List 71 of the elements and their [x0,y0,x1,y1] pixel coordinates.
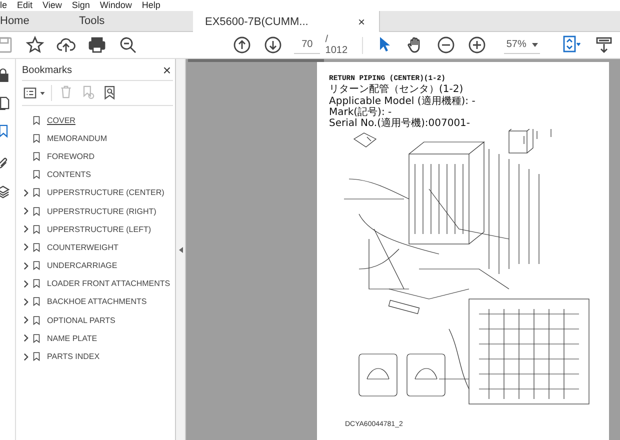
panel-title: Bookmarks [22,64,72,76]
close-tab-button[interactable]: × [358,14,365,28]
bookmark-item[interactable]: FOREWORD [47,152,95,161]
page-down-icon[interactable] [263,35,283,55]
menu-item[interactable]: Edit [17,0,33,11]
info-line: Serial No.(適用号機):007001- [329,118,472,129]
bookmark-icon [31,222,42,236]
menu-item[interactable]: le [0,0,8,11]
bookmark-icon [31,314,42,327]
expand-chevron-icon[interactable] [22,242,31,252]
menu-item[interactable]: View [42,0,62,11]
bookmark-icon [31,132,42,145]
fit-page-icon[interactable] [561,34,584,54]
bookmark-icon [31,114,42,127]
scrollbar-thumb[interactable] [188,59,324,62]
bookmark-item[interactable]: UNDERCARRIAGE [47,261,118,270]
expand-chevron-icon[interactable] [22,296,31,307]
bookmark-item[interactable]: MEMORANDUM [47,134,107,143]
menu-item[interactable]: Help [142,0,160,11]
bookmark-item[interactable]: UPPERSTRUCTURE (LEFT) [47,224,152,234]
bookmark-item[interactable]: COUNTERWEIGHT [47,242,118,252]
caret-icon[interactable] [40,92,45,94]
zoom-out-icon[interactable] [436,35,456,55]
bookmark-item[interactable]: LOADER FRONT ATTACHMENTS [47,279,170,288]
menu-item[interactable]: Sign [72,0,90,11]
search-icon[interactable] [118,35,138,55]
bookmark-icon [31,204,42,218]
print-icon[interactable] [87,35,107,55]
bookmark-icon [31,240,42,254]
page-subtitle: リターン配管（センタ）(1-2) [329,84,464,96]
bookmark-item[interactable]: COVER [47,116,76,125]
expand-chevron-icon[interactable] [22,224,31,234]
bookmark-icon [31,186,42,200]
zoom-dropdown[interactable]: 57% [504,36,540,54]
zoom-in-icon[interactable] [467,35,488,55]
info-line: Applicable Model (適用機種): - [329,96,476,107]
tab[interactable]: Tools [77,11,193,31]
page-number-field[interactable]: 70 [294,36,320,54]
expand-chevron-icon[interactable] [22,260,31,271]
close-button[interactable]: × [162,62,171,78]
collapse-panel-icon[interactable] [178,246,182,252]
info-line: Mark(記号): - [329,107,393,118]
expand-chevron-icon[interactable] [22,188,31,198]
expand-chevron-icon[interactable] [22,315,31,326]
bookmark-item[interactable]: UPPERSTRUCTURE (RIGHT) [47,206,156,216]
bookmark-icon [31,295,42,308]
bookmark-icon [31,150,42,163]
bookmark-icon [31,259,42,272]
page-up-icon[interactable] [232,35,252,55]
bookmark-item[interactable]: BACKHOE ATTACHMENTS [47,297,147,306]
options-menu-icon[interactable] [22,85,38,101]
menu-item[interactable]: Window [100,0,132,11]
page-total: / 1012 [325,34,349,56]
bookmark-item[interactable]: OPTIONAL PARTS [47,316,116,325]
bookmark-icon [31,168,42,182]
expand-chevron-icon[interactable] [22,352,31,362]
bookmark-item[interactable]: PARTS INDEX [47,352,100,362]
expand-chevron-icon[interactable] [22,278,31,289]
caret-icon[interactable] [532,42,538,46]
bookmark-item[interactable]: CONTENTS [47,170,91,180]
bookmark-item[interactable]: UPPERSTRUCTURE (CENTER) [47,188,164,198]
bookmark-icon [31,277,42,290]
bookmark-icon [31,332,42,345]
expand-chevron-icon[interactable] [22,206,31,216]
star-icon[interactable] [25,35,45,55]
expand-chevron-icon[interactable] [22,333,31,344]
tab[interactable]: Home [0,11,77,31]
bookmark-icon [31,350,42,364]
scroll-mode-icon[interactable] [594,35,614,55]
tab[interactable]: EX5600-7B(CUMM... × [193,11,380,32]
bookmark-item[interactable]: NAME PLATE [47,334,98,343]
